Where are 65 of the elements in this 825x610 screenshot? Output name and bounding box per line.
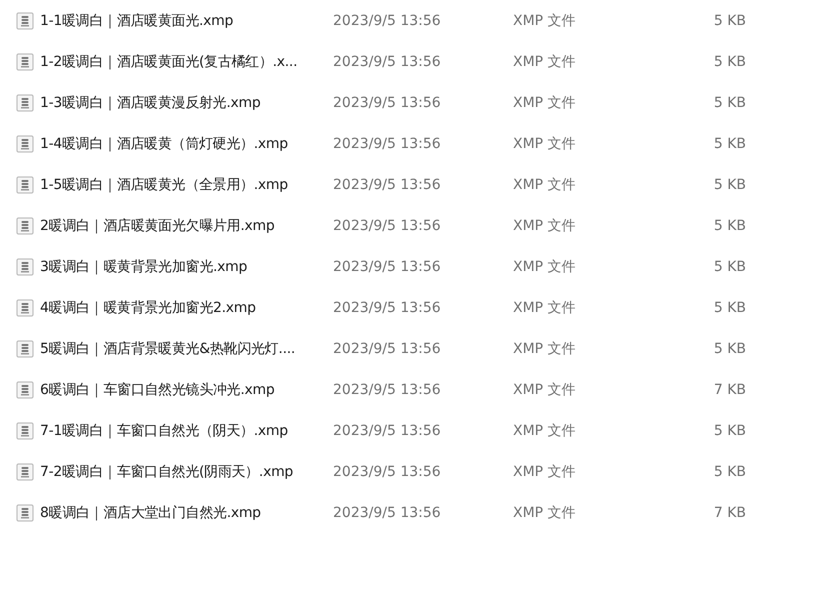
file-size: 5 KB — [712, 340, 746, 356]
file-icon — [16, 380, 34, 398]
date-modified: 2023/9/5 13:56 — [333, 176, 442, 192]
file-type: XMP 文件 — [513, 380, 577, 398]
file-size: 5 KB — [712, 464, 746, 480]
file-type: XMP 文件 — [513, 258, 577, 276]
file-name[interactable]: 1-4暖调白｜酒店暖黄（筒灯硬光）.xmp — [40, 134, 333, 152]
file-size: 5 KB — [712, 54, 746, 70]
file-icon — [16, 134, 34, 152]
file-type: XMP 文件 — [513, 12, 577, 30]
file-name[interactable]: 1-2暖调白｜酒店暖黄面光(复古橘红）.x... — [40, 52, 333, 70]
file-icon — [16, 504, 34, 522]
file-icon — [16, 94, 34, 112]
date-modified: 2023/9/5 13:56 — [333, 504, 442, 520]
file-type: XMP 文件 — [513, 216, 577, 234]
file-size: 5 KB — [712, 176, 746, 192]
date-modified: 2023/9/5 13:56 — [333, 340, 442, 356]
file-name[interactable]: 1-5暖调白｜酒店暖黄光（全景用）.xmp — [40, 176, 333, 194]
date-modified: 2023/9/5 13:56 — [333, 258, 442, 274]
file-name[interactable]: 2暖调白｜酒店暖黄面光欠曝片用.xmp — [40, 216, 333, 234]
file-type: XMP 文件 — [513, 176, 577, 194]
file-name[interactable]: 4暖调白｜暖黄背景光加窗光2.xmp — [40, 298, 333, 316]
date-modified: 2023/9/5 13:56 — [333, 422, 442, 438]
file-type: XMP 文件 — [513, 52, 577, 70]
date-modified: 2023/9/5 13:56 — [333, 136, 442, 152]
file-icon — [16, 422, 34, 440]
date-modified: 2023/9/5 13:56 — [333, 218, 442, 234]
file-name[interactable]: 7-1暖调白｜车窗口自然光（阴天）.xmp — [40, 422, 333, 440]
file-type: XMP 文件 — [513, 504, 577, 522]
date-modified: 2023/9/5 13:56 — [333, 464, 442, 480]
file-size: 5 KB — [712, 136, 746, 152]
file-icon — [16, 12, 34, 30]
file-icon — [16, 340, 34, 358]
file-name[interactable]: 1-3暖调白｜酒店暖黄漫反射光.xmp — [40, 94, 333, 112]
file-type: XMP 文件 — [513, 134, 577, 152]
file-size: 5 KB — [712, 422, 746, 438]
file-name[interactable]: 6暖调白｜车窗口自然光镜头冲光.xmp — [40, 380, 333, 398]
file-icon — [16, 462, 34, 480]
file-size: 5 KB — [712, 258, 746, 274]
date-modified: 2023/9/5 13:56 — [333, 54, 442, 70]
file-size: 7 KB — [712, 382, 746, 398]
file-type: XMP 文件 — [513, 340, 577, 358]
date-modified: 2023/9/5 13:56 — [333, 12, 442, 28]
file-size: 5 KB — [712, 218, 746, 234]
file-size: 5 KB — [712, 12, 746, 28]
date-modified: 2023/9/5 13:56 — [333, 382, 442, 398]
file-icon — [16, 176, 34, 194]
file-name[interactable]: 5暖调白｜酒店背景暖黄光&热靴闪光灯.... — [40, 340, 333, 358]
file-name[interactable]: 7-2暖调白｜车窗口自然光(阴雨天）.xmp — [40, 462, 333, 480]
file-name[interactable]: 8暖调白｜酒店大堂出门自然光.xmp — [40, 504, 333, 522]
file-type: XMP 文件 — [513, 422, 577, 440]
file-type: XMP 文件 — [513, 94, 577, 112]
file-name[interactable]: 3暖调白｜暖黄背景光加窗光.xmp — [40, 258, 333, 276]
file-icon — [16, 258, 34, 276]
file-size: 5 KB — [712, 94, 746, 110]
file-icon — [16, 52, 34, 70]
date-modified: 2023/9/5 13:56 — [333, 300, 442, 316]
file-name[interactable]: 1-1暖调白｜酒店暖黄面光.xmp — [40, 12, 333, 30]
file-type: XMP 文件 — [513, 462, 577, 480]
file-icon — [16, 298, 34, 316]
file-size: 7 KB — [712, 504, 746, 520]
file-icon — [16, 216, 34, 234]
file-type: XMP 文件 — [513, 298, 577, 316]
file-size: 5 KB — [712, 300, 746, 316]
date-modified: 2023/9/5 13:56 — [333, 94, 442, 110]
